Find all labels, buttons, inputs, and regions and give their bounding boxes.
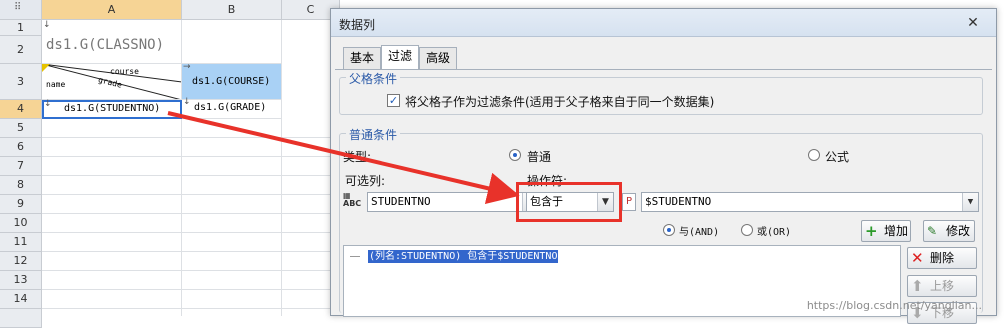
tree-line-icon	[350, 256, 360, 257]
radio-type-formula-label: 公式	[825, 150, 850, 164]
row-header-9[interactable]: 9	[0, 195, 42, 214]
row-header-6[interactable]: 6	[0, 138, 42, 157]
radio-or-label: 或(OR)	[757, 227, 792, 238]
column-select-value: STUDENTNO	[371, 195, 431, 208]
expand-down-icon: ↓	[44, 99, 52, 109]
watermark: https://blog.csdn.net/yanglian...	[806, 299, 982, 312]
row-header-15[interactable]	[0, 309, 42, 328]
cell-a1-title[interactable]: ↓ ds1.G(CLASSNO)	[42, 20, 282, 64]
parent-filter-label: 将父格子作为过滤条件(适用于父子格来自于同一个数据集)	[405, 95, 715, 109]
row-header-2[interactable]: 2	[0, 36, 42, 64]
row-header-8[interactable]: 8	[0, 176, 42, 195]
row-header-4[interactable]: 4	[0, 100, 42, 119]
cell-b3-text: ds1.G(COURSE)	[192, 76, 271, 87]
diag-label-course: course	[110, 67, 139, 76]
move-up-button-label: 上移	[930, 279, 955, 293]
add-button[interactable]: + 增加	[861, 220, 911, 242]
row-header-12[interactable]: 12	[0, 252, 42, 271]
parent-condition-legend: 父格条件	[346, 70, 401, 87]
grid-icon: ⠿	[14, 2, 22, 13]
delete-button-label: 删除	[930, 251, 955, 265]
column-abc-icon: ▦ ABC	[343, 191, 362, 208]
radio-type-normal-label: 普通	[527, 150, 552, 164]
radio-and[interactable]	[663, 224, 675, 236]
tab-basic[interactable]: 基本	[343, 47, 381, 69]
edit-icon: ✎	[927, 224, 938, 238]
parent-filter-checkbox[interactable]: ✓	[387, 94, 400, 107]
operator-highlight-box	[516, 182, 622, 222]
dialog-title: 数据列	[339, 18, 376, 32]
column-label: 可选列:	[345, 174, 386, 188]
radio-and-label: 与(AND)	[679, 227, 720, 238]
arrow-up-icon: ⬆	[911, 277, 924, 295]
cell-b4-text: ds1.G(GRADE)	[194, 102, 267, 113]
row-header-5[interactable]: 5	[0, 119, 42, 138]
expand-right-icon: →	[183, 62, 191, 72]
cell-b3[interactable]: → ds1.G(COURSE)	[182, 62, 282, 100]
cell-a4-selected[interactable]: ↓ ds1.G(STUDENTNO)	[42, 99, 182, 119]
cell-b4[interactable]: ↓ ds1.G(GRADE)	[182, 97, 282, 119]
column-header-a[interactable]: A	[42, 0, 182, 20]
cell-a3-diagonal-header[interactable]: course grade name	[42, 64, 182, 100]
dialog-titlebar[interactable]: 数据列 ✕	[331, 9, 996, 37]
delete-x-icon: ✕	[911, 249, 924, 267]
delete-button[interactable]: ✕ 删除	[907, 247, 977, 269]
modify-button[interactable]: ✎ 修改	[923, 220, 975, 242]
type-label: 类型:	[343, 150, 372, 164]
param-value-text: $STUDENTNO	[645, 195, 712, 208]
column-header-b[interactable]: B	[182, 0, 282, 20]
select-all-corner[interactable]: ⠿	[0, 0, 42, 20]
expand-down-icon: ↓	[183, 97, 191, 107]
normal-condition-legend: 普通条件	[346, 126, 401, 143]
cell-a4-text: ds1.G(STUDENTNO)	[64, 103, 161, 114]
close-icon[interactable]: ✕	[964, 14, 982, 32]
row-header-11[interactable]: 11	[0, 233, 42, 252]
tab-filter[interactable]: 过滤	[381, 45, 419, 69]
diag-label-name: name	[46, 80, 66, 89]
row-header-7[interactable]: 7	[0, 157, 42, 176]
row-header-1[interactable]: 1	[0, 20, 42, 36]
row-header-10[interactable]: 10	[0, 214, 42, 233]
param-value-select[interactable]: $STUDENTNO ▼	[641, 192, 979, 212]
radio-or[interactable]	[741, 224, 753, 236]
row-header-13[interactable]: 13	[0, 271, 42, 290]
spreadsheet: ⠿ A B C 1 2 3 4 5 6 7 8 9 10 11 12 13 14…	[0, 0, 340, 328]
title-formula: ds1.G(CLASSNO)	[46, 37, 165, 53]
column-select[interactable]: STUDENTNO ▼	[367, 192, 539, 212]
radio-type-normal[interactable]	[509, 149, 521, 161]
plus-icon: +	[865, 222, 878, 240]
row-header-3[interactable]: 3	[0, 64, 42, 100]
parent-condition-group: 父格条件 ✓ 将父格子作为过滤条件(适用于父子格来自于同一个数据集)	[339, 70, 983, 115]
data-column-dialog: 数据列 ✕ 基本 过滤 高级 父格条件 ✓ 将父格子作为过滤条件(适用于父子格来…	[330, 8, 997, 324]
tab-advanced[interactable]: 高级	[419, 47, 457, 69]
condition-item[interactable]: (列名:STUDENTNO) 包含于$STUDENTNO	[368, 250, 559, 263]
param-icon[interactable]: P	[622, 193, 636, 211]
expand-down-icon: ↓	[43, 20, 51, 30]
grid-lines	[42, 119, 340, 319]
add-button-label: 增加	[884, 224, 909, 238]
row-header-14[interactable]: 14	[0, 290, 42, 309]
move-up-button[interactable]: ⬆ 上移	[907, 275, 977, 297]
radio-type-formula[interactable]	[808, 149, 820, 161]
modify-button-label: 修改	[946, 224, 971, 238]
chevron-down-icon: ▼	[962, 193, 978, 211]
